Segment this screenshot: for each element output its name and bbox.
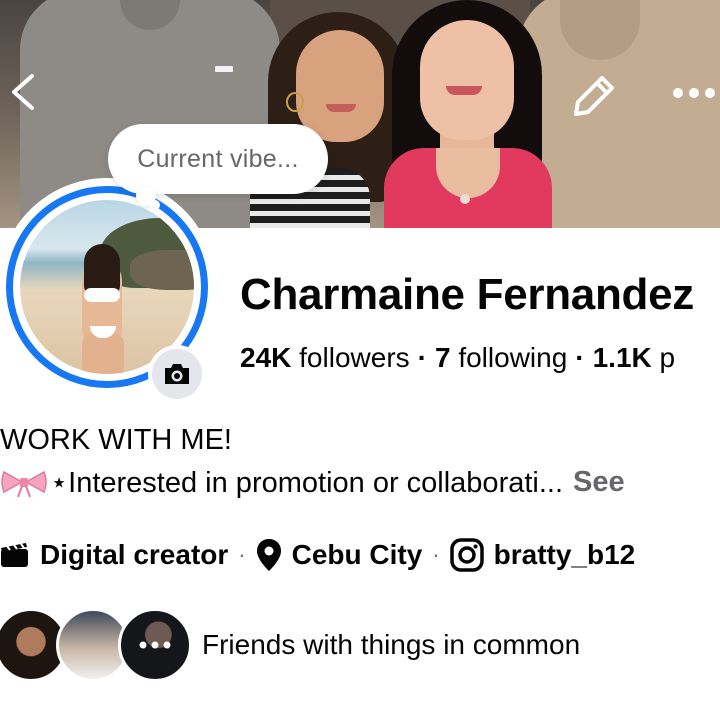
following-link[interactable]: 7 following	[435, 342, 567, 373]
photo-swimsuit-top	[84, 288, 120, 302]
bio-text: ⋆Interested in promotion or collaborati.…	[50, 467, 564, 499]
profile-stats: 24K followers · 7 following · 1.1K p	[240, 342, 675, 374]
posts-count: 1.1K	[592, 342, 652, 373]
following-count: 7	[434, 342, 451, 373]
following-label: following	[458, 342, 568, 373]
instagram-handle: bratty_b12	[493, 539, 636, 570]
ribbon-bow-icon	[0, 468, 48, 498]
bio-line-2: ⋆Interested in promotion or collaborati.…	[0, 465, 625, 500]
location-pin-icon	[256, 539, 281, 571]
posts-label: p	[659, 342, 676, 373]
note-text: Current vibe...	[137, 144, 299, 173]
more-horizontal-icon	[673, 88, 715, 98]
posts-link[interactable]: 1.1K p	[593, 342, 676, 373]
photo-rock	[130, 250, 194, 290]
back-button[interactable]	[4, 70, 44, 114]
followers-label: followers	[299, 342, 410, 373]
clapperboard-icon	[1, 543, 28, 567]
category-item: Digital creator	[0, 539, 228, 571]
photo-person-legs	[82, 334, 124, 374]
mutual-friends-row[interactable]: Friends with things in common	[0, 606, 580, 684]
edit-cover-button[interactable]	[566, 70, 618, 122]
cover-person-face	[420, 20, 514, 140]
friend-avatar[interactable]	[118, 608, 192, 682]
cover-person-face	[296, 30, 384, 142]
cover-necklace	[460, 194, 470, 204]
instagram-item[interactable]: bratty_b12	[449, 538, 636, 572]
pencil-icon	[574, 76, 614, 116]
cover-person-smile	[326, 104, 356, 112]
chevron-left-icon	[12, 74, 34, 110]
more-horizontal-icon	[139, 641, 171, 649]
location-text: Cebu City	[291, 539, 423, 570]
location-item[interactable]: Cebu City	[256, 538, 423, 572]
cover-earring	[286, 92, 304, 112]
followers-count: 24K	[240, 342, 292, 373]
more-options-button[interactable]	[668, 78, 720, 108]
note-bubble-tail	[150, 200, 160, 210]
followers-link[interactable]: 24K followers	[240, 342, 410, 373]
profile-avatar[interactable]	[0, 178, 216, 403]
photo-person-hair	[84, 244, 120, 294]
cover-person-smile	[446, 86, 482, 95]
change-photo-button[interactable]	[148, 345, 206, 403]
separator-dot: ·	[417, 342, 427, 373]
separator-dot: ·	[575, 342, 585, 373]
profile-name: Charmaine Fernandez	[240, 270, 694, 319]
category-text: Digital creator	[40, 539, 229, 570]
separator-dot: ·	[238, 542, 246, 567]
instagram-icon	[449, 538, 484, 572]
profile-details: Digital creator · Cebu City · bratty_b12	[0, 535, 635, 575]
camera-icon	[165, 364, 189, 384]
cover-shirt-tag	[215, 66, 233, 72]
note-bubble[interactable]: Current vibe...	[108, 124, 328, 194]
bio-line-1: WORK WITH ME!	[0, 424, 232, 456]
friends-in-common-text[interactable]: Friends with things in common	[202, 629, 580, 661]
see-more-link[interactable]: See	[573, 466, 625, 499]
separator-dot: ·	[432, 542, 440, 567]
